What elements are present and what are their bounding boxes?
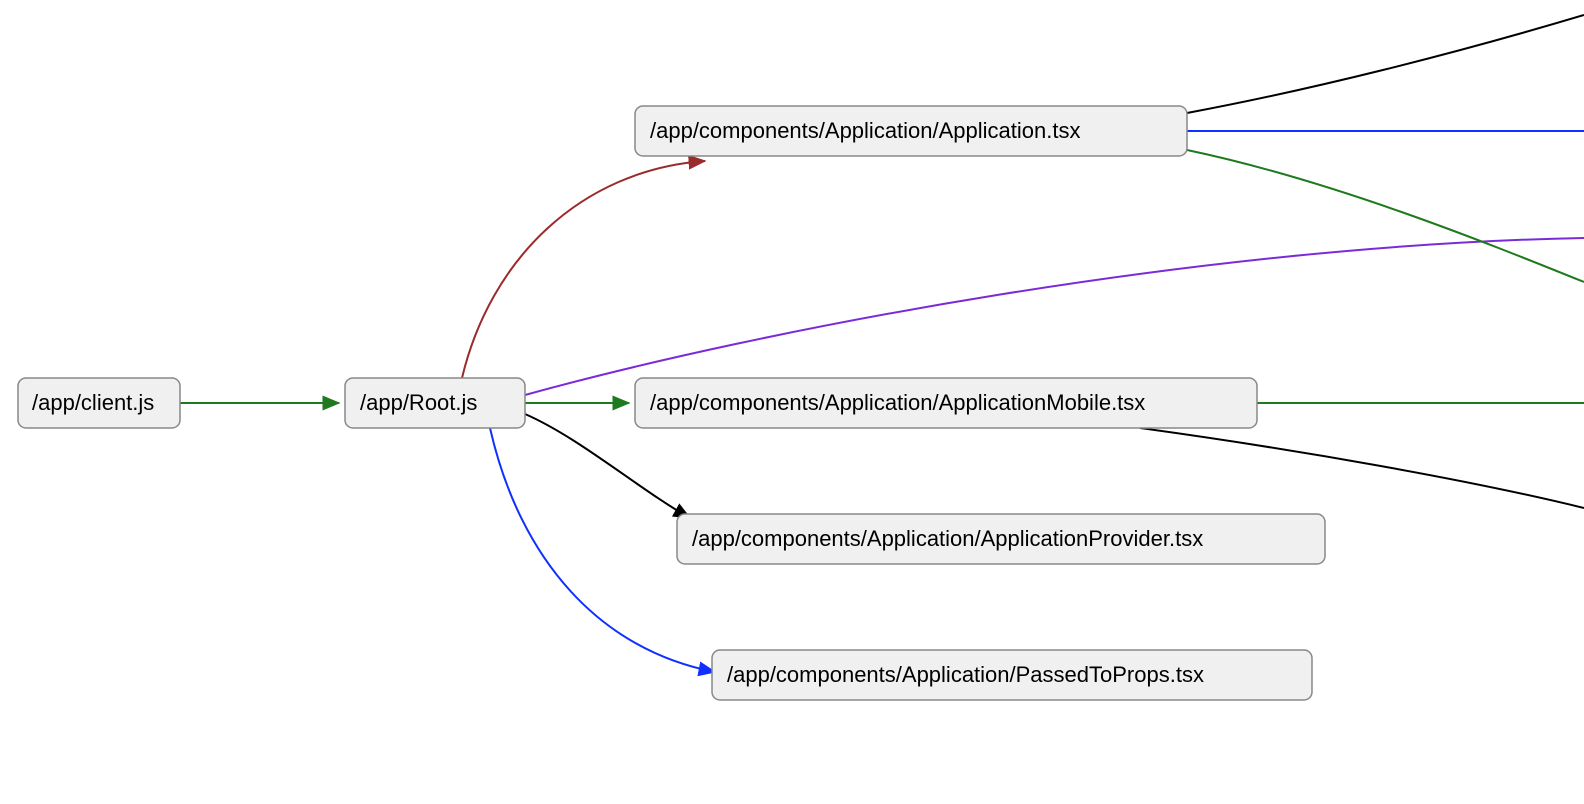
node-passed-to-props-label: /app/components/Application/PassedToProp… (727, 662, 1204, 687)
node-application-provider[interactable]: /app/components/Application/ApplicationP… (677, 514, 1325, 564)
node-root[interactable]: /app/Root.js (345, 378, 525, 428)
edge-app-to-offscreen-black (1187, 15, 1584, 113)
node-application-label: /app/components/Application/Application.… (650, 118, 1080, 143)
node-application-mobile[interactable]: /app/components/Application/ApplicationM… (635, 378, 1257, 428)
node-application-provider-label: /app/components/Application/ApplicationP… (692, 526, 1203, 551)
edge-root-to-offscreen-purple (525, 238, 1584, 395)
dependency-graph: /app/client.js /app/Root.js /app/compone… (0, 0, 1584, 804)
edge-app-to-offscreen-green (1187, 150, 1584, 282)
edge-mobile-to-offscreen-black (1140, 428, 1584, 508)
node-client-label: /app/client.js (32, 390, 154, 415)
node-application[interactable]: /app/components/Application/Application.… (635, 106, 1187, 156)
node-passed-to-props[interactable]: /app/components/Application/PassedToProp… (712, 650, 1312, 700)
edge-root-to-application (462, 161, 705, 378)
node-root-label: /app/Root.js (360, 390, 477, 415)
edge-root-to-provider (525, 414, 690, 518)
node-client[interactable]: /app/client.js (18, 378, 180, 428)
node-application-mobile-label: /app/components/Application/ApplicationM… (650, 390, 1145, 415)
